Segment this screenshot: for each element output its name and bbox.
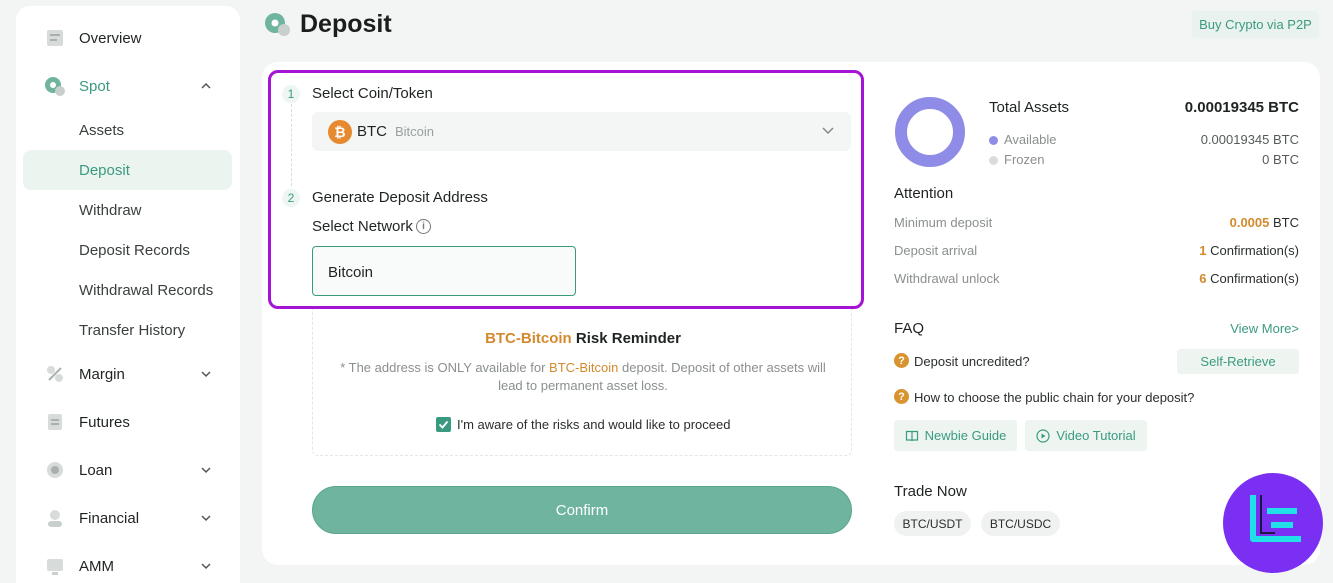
sidebar-sub-assets[interactable]: Assets — [79, 122, 124, 139]
sidebar-sub-deposit-records[interactable]: Deposit Records — [79, 242, 190, 259]
deposit-logo-icon — [265, 13, 290, 36]
risk-reminder-box: BTC-Bitcoin Risk Reminder * The address … — [312, 309, 852, 456]
sidebar-item-label: Financial — [79, 509, 140, 527]
sidebar-item-label: Spot — [79, 77, 110, 95]
faq-title: FAQ — [894, 320, 925, 337]
brand-watermark-icon — [1223, 473, 1323, 573]
sidebar-item-spot[interactable]: Spot — [16, 66, 240, 106]
attention-value-unit: BTC — [1269, 215, 1299, 230]
faq-question-link[interactable]: How to choose the public chain for your … — [914, 390, 1194, 405]
trade-pair-chip[interactable]: BTC/USDT — [894, 511, 971, 536]
buy-crypto-p2p-button[interactable]: Buy Crypto via P2P — [1192, 11, 1319, 38]
assets-donut-chart — [895, 97, 965, 167]
sidebar-item-label: Overview — [79, 29, 142, 47]
chevron-down-icon[interactable] — [200, 368, 212, 380]
spot-icon — [45, 77, 65, 96]
sidebar-item-futures[interactable]: Futures — [16, 402, 240, 442]
available-value: 0.00019345 BTC — [1200, 132, 1299, 147]
sidebar-item-label: Futures — [79, 413, 130, 431]
highlight-annotation-box — [268, 70, 864, 309]
attention-value-number: 0.0005 — [1229, 215, 1270, 230]
attention-value: 1 Confirmation(s) — [1199, 243, 1299, 258]
frozen-value: 0 BTC — [1262, 152, 1299, 167]
newbie-guide-button[interactable]: Newbie Guide — [894, 420, 1017, 451]
book-icon — [905, 430, 918, 441]
sidebar-sub-withdrawal-records[interactable]: Withdrawal Records — [79, 282, 213, 299]
sidebar-sub-deposit[interactable]: Deposit — [79, 162, 130, 179]
risk-text-coin: BTC-Bitcoin — [549, 360, 619, 375]
overview-icon — [47, 30, 63, 46]
risk-checkbox-label[interactable]: I'm aware of the risks and would like to… — [457, 417, 730, 432]
sidebar-item-label: AMM — [79, 557, 114, 575]
risk-reminder-text: * The address is ONLY available for BTC-… — [328, 359, 838, 395]
attention-key: Deposit arrival — [894, 243, 978, 258]
video-tutorial-button[interactable]: Video Tutorial — [1025, 420, 1147, 451]
financial-icon — [48, 510, 62, 527]
margin-icon — [47, 366, 63, 382]
sidebar-item-label: Margin — [79, 365, 125, 383]
chevron-down-icon[interactable] — [200, 512, 212, 524]
futures-icon — [48, 414, 62, 430]
sidebar-item-financial[interactable]: Financial — [16, 498, 240, 538]
frozen-label: Frozen — [1004, 152, 1045, 167]
trade-pair-chip[interactable]: BTC/USDC — [981, 511, 1060, 536]
video-tutorial-label: Video Tutorial — [1056, 428, 1136, 443]
chevron-down-icon[interactable] — [200, 464, 212, 476]
attention-value: 6 Confirmation(s) — [1199, 271, 1299, 286]
total-assets-label: Total Assets — [989, 99, 1070, 116]
attention-key: Withdrawal unlock — [894, 271, 1000, 286]
attention-key: Minimum deposit — [894, 215, 993, 230]
attention-value-unit: Confirmation(s) — [1206, 271, 1299, 286]
confirm-button[interactable]: Confirm — [312, 486, 852, 534]
view-more-link[interactable]: View More> — [1230, 321, 1299, 336]
attention-title: Attention — [894, 185, 954, 202]
available-label: Available — [1004, 132, 1057, 147]
question-icon: ? — [894, 389, 909, 404]
sidebar-item-label: Loan — [79, 461, 113, 479]
attention-value-number: 1 — [1199, 243, 1207, 258]
faq-question-link[interactable]: Deposit uncredited? — [914, 354, 1030, 369]
loan-icon — [47, 462, 63, 478]
sidebar-item-margin[interactable]: Margin — [16, 354, 240, 394]
amm-icon — [47, 559, 63, 575]
risk-checkbox[interactable] — [436, 417, 451, 432]
frozen-dot — [989, 156, 998, 166]
trade-now-title: Trade Now — [894, 483, 967, 500]
risk-title-text: Risk Reminder — [571, 330, 681, 347]
attention-value: 0.0005 BTC — [1230, 215, 1299, 230]
sidebar-sub-withdraw[interactable]: Withdraw — [79, 202, 142, 219]
sidebar: Overview Spot Assets Deposit Withdraw De… — [16, 6, 240, 583]
sidebar-item-loan[interactable]: Loan — [16, 450, 240, 490]
newbie-guide-label: Newbie Guide — [924, 428, 1007, 443]
sidebar-item-overview[interactable]: Overview — [16, 18, 240, 58]
sidebar-item-amm[interactable]: AMM — [16, 546, 240, 583]
legend-frozen: Frozen — [989, 152, 1044, 167]
risk-text-pre: * The address is ONLY available for — [340, 360, 550, 375]
chevron-up-icon[interactable] — [200, 80, 212, 92]
self-retrieve-button[interactable]: Self-Retrieve — [1177, 349, 1299, 374]
chevron-down-icon[interactable] — [200, 560, 212, 572]
sidebar-sub-transfer-history[interactable]: Transfer History — [79, 322, 185, 339]
risk-title-coin: BTC-Bitcoin — [485, 330, 572, 347]
risk-reminder-title: BTC-Bitcoin Risk Reminder — [313, 330, 853, 347]
total-assets-value: 0.00019345 BTC — [1184, 99, 1299, 116]
legend-available: Available — [989, 132, 1057, 147]
attention-value-number: 6 — [1199, 271, 1207, 286]
play-icon — [1036, 428, 1050, 443]
page-title: Deposit — [300, 10, 392, 38]
question-icon: ? — [894, 353, 909, 368]
available-dot — [989, 136, 998, 146]
attention-value-unit: Confirmation(s) — [1206, 243, 1299, 258]
